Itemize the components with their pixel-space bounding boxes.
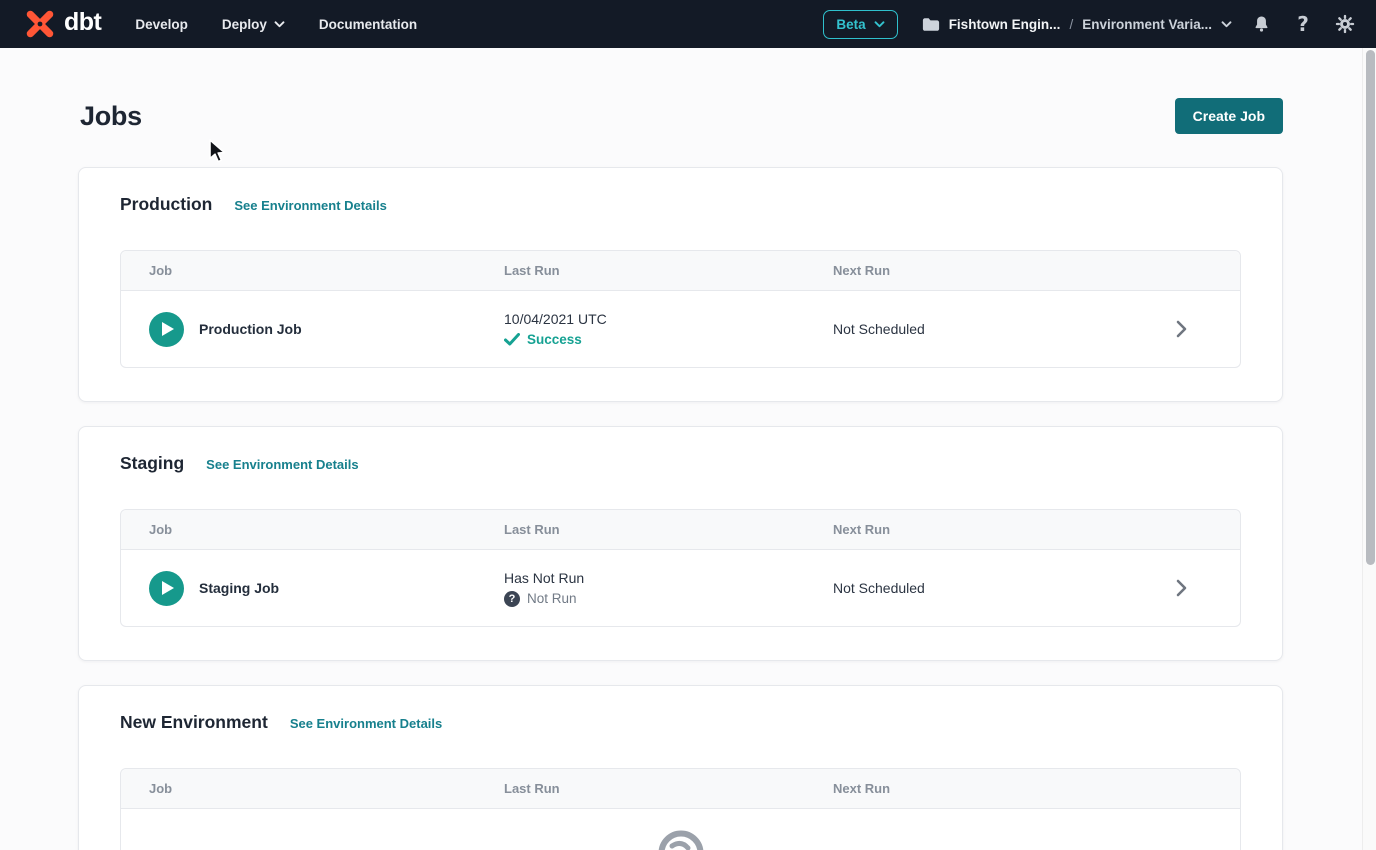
job-name: Production Job bbox=[199, 321, 302, 337]
environment-card-production: Production See Environment Details Job L… bbox=[78, 167, 1283, 402]
chevron-down-icon bbox=[1221, 21, 1232, 28]
table-header-row: Job Last Run Next Run bbox=[121, 510, 1240, 550]
play-icon bbox=[162, 581, 174, 595]
folder-icon bbox=[922, 17, 940, 32]
environment-name: New Environment bbox=[120, 712, 268, 733]
dbt-logo[interactable]: dbt bbox=[22, 6, 101, 42]
settings-gear-icon[interactable] bbox=[1332, 11, 1358, 37]
column-header-job: Job bbox=[121, 263, 476, 278]
jobs-table: Job Last Run Next Run bbox=[120, 768, 1241, 850]
table-header-row: Job Last Run Next Run bbox=[121, 251, 1240, 291]
question-circle-icon bbox=[504, 591, 520, 607]
nav-item-develop[interactable]: Develop bbox=[135, 17, 188, 32]
last-run-date: 10/04/2021 UTC bbox=[504, 311, 805, 327]
beta-label: Beta bbox=[836, 17, 865, 32]
empty-jobs-placeholder bbox=[121, 809, 1240, 850]
column-header-next-run: Next Run bbox=[805, 263, 1176, 278]
column-header-next-run: Next Run bbox=[805, 522, 1176, 537]
scrollbar-thumb[interactable] bbox=[1366, 50, 1375, 565]
column-header-job: Job bbox=[121, 781, 476, 796]
page-title: Jobs bbox=[78, 101, 142, 132]
chevron-down-icon bbox=[874, 21, 885, 28]
chevron-down-icon bbox=[274, 21, 285, 28]
notifications-bell-icon[interactable] bbox=[1248, 11, 1274, 37]
column-header-last-run: Last Run bbox=[476, 522, 805, 537]
column-header-last-run: Last Run bbox=[476, 263, 805, 278]
run-job-play-button[interactable] bbox=[149, 571, 184, 606]
chevron-right-icon[interactable] bbox=[1176, 579, 1187, 597]
breadcrumb-separator: / bbox=[1069, 17, 1073, 32]
brand-name: dbt bbox=[64, 8, 101, 41]
column-header-next-run: Next Run bbox=[805, 781, 1176, 796]
column-header-job: Job bbox=[121, 522, 476, 537]
success-check-icon bbox=[504, 333, 520, 346]
environment-card-header: Staging See Environment Details bbox=[120, 453, 1241, 474]
environment-name: Production bbox=[120, 194, 212, 215]
play-icon bbox=[162, 322, 174, 336]
account-project-breadcrumb[interactable]: Fishtown Engin... / Environment Varia... bbox=[922, 17, 1232, 32]
jobs-table: Job Last Run Next Run Staging Job Has No… bbox=[120, 509, 1241, 627]
table-header-row: Job Last Run Next Run bbox=[121, 769, 1240, 809]
environment-card-new-environment: New Environment See Environment Details … bbox=[78, 685, 1283, 850]
jobs-page: Jobs Create Job Production See Environme… bbox=[0, 98, 1362, 850]
run-job-play-button[interactable] bbox=[149, 312, 184, 347]
environment-card-header: Production See Environment Details bbox=[120, 194, 1241, 215]
beta-dropdown-button[interactable]: Beta bbox=[823, 10, 897, 39]
column-header-last-run: Last Run bbox=[476, 781, 805, 796]
jobs-table: Job Last Run Next Run Production Job 10/… bbox=[120, 250, 1241, 368]
see-environment-details-link[interactable]: See Environment Details bbox=[206, 457, 358, 472]
last-run-date: Has Not Run bbox=[504, 570, 805, 586]
nav-item-deploy-label: Deploy bbox=[222, 17, 267, 32]
scrollbar-track[interactable] bbox=[1362, 48, 1376, 850]
nav-item-deploy[interactable]: Deploy bbox=[222, 17, 285, 32]
breadcrumb-project[interactable]: Environment Varia... bbox=[1082, 17, 1212, 32]
create-job-button[interactable]: Create Job bbox=[1175, 98, 1283, 134]
next-run-value: Not Scheduled bbox=[805, 321, 1176, 337]
see-environment-details-link[interactable]: See Environment Details bbox=[234, 198, 386, 213]
empty-state-clock-icon bbox=[658, 830, 704, 850]
job-name: Staging Job bbox=[199, 580, 279, 596]
help-question-icon[interactable]: ? bbox=[1290, 11, 1316, 37]
environment-name: Staging bbox=[120, 453, 184, 474]
breadcrumb-account[interactable]: Fishtown Engin... bbox=[949, 17, 1061, 32]
top-navigation-bar: dbt Develop Deploy Documentation Beta Fi… bbox=[0, 0, 1376, 48]
status-badge: Success bbox=[527, 332, 582, 347]
primary-nav: Develop Deploy Documentation bbox=[135, 17, 417, 32]
environment-card-staging: Staging See Environment Details Job Last… bbox=[78, 426, 1283, 661]
see-environment-details-link[interactable]: See Environment Details bbox=[290, 716, 442, 731]
environment-card-header: New Environment See Environment Details bbox=[120, 712, 1241, 733]
nav-right-group: Beta Fishtown Engin... / Environment Var… bbox=[823, 10, 1358, 39]
dbt-logo-icon bbox=[22, 6, 58, 42]
job-row-production-job[interactable]: Production Job 10/04/2021 UTC Success No… bbox=[121, 291, 1240, 367]
chevron-right-icon[interactable] bbox=[1176, 320, 1187, 338]
page-header: Jobs Create Job bbox=[78, 98, 1283, 134]
job-row-staging-job[interactable]: Staging Job Has Not Run Not Run Not Sche… bbox=[121, 550, 1240, 626]
nav-item-documentation[interactable]: Documentation bbox=[319, 17, 417, 32]
next-run-value: Not Scheduled bbox=[805, 580, 1176, 596]
status-badge: Not Run bbox=[527, 591, 577, 606]
